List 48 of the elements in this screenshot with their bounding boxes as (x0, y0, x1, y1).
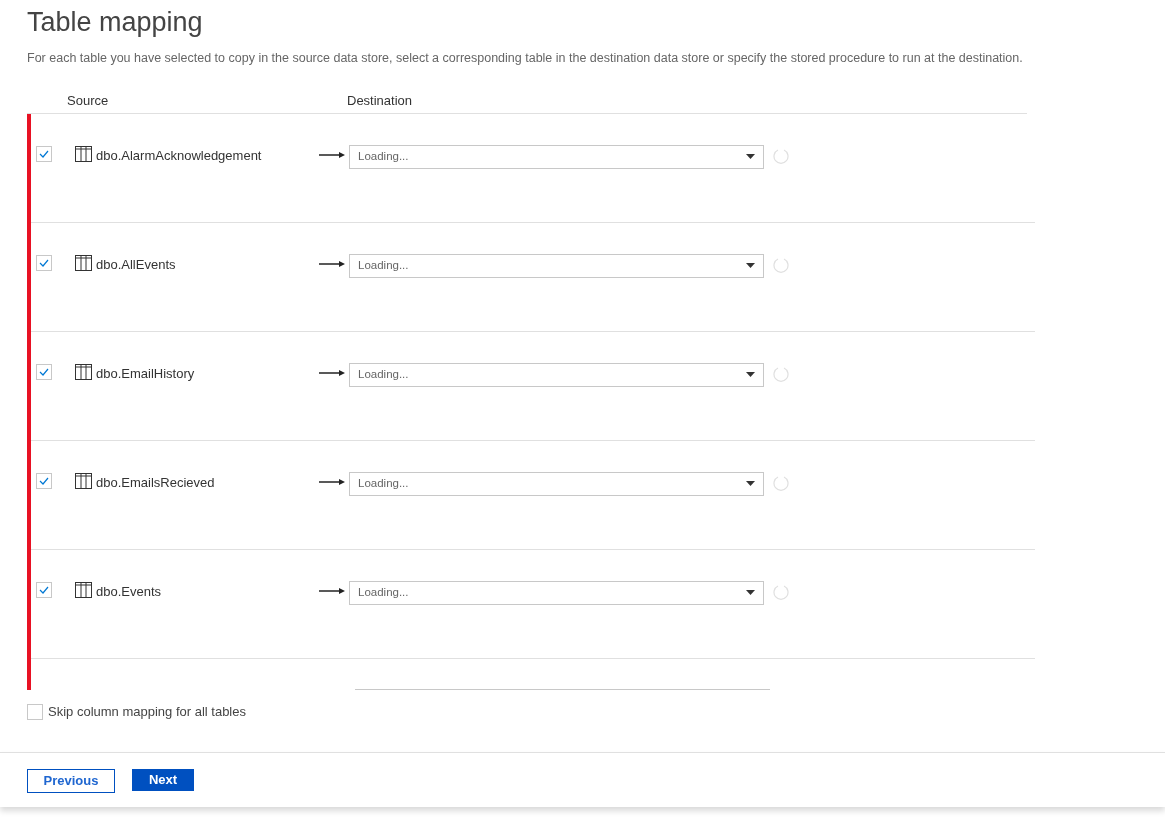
table-icon (75, 472, 92, 489)
caret-icon (746, 590, 755, 596)
loading-spinner-icon (773, 365, 789, 382)
arrow-icon (319, 369, 345, 376)
row-checkbox[interactable] (36, 581, 52, 598)
skip-mapping-checkbox[interactable] (27, 703, 43, 720)
caret-icon (746, 154, 755, 160)
arrow-icon (319, 260, 345, 267)
table-icon (75, 581, 92, 598)
next-button[interactable]: Next (132, 769, 194, 791)
page-title: Table mapping (27, 6, 204, 39)
loading-spinner-icon (773, 256, 789, 273)
row-checkbox[interactable] (36, 472, 52, 489)
destination-dropdown[interactable]: Loading... (349, 144, 764, 169)
row-checkbox[interactable] (36, 363, 52, 380)
loading-spinner-icon (773, 474, 789, 491)
caret-icon (746, 372, 755, 378)
checkmark-icon (39, 585, 49, 594)
source-table-name: dbo.AlarmAcknowledgement (96, 146, 263, 165)
source-table-name: dbo.Events (96, 582, 163, 601)
table-icon (75, 145, 92, 162)
row-checkbox[interactable] (36, 254, 52, 271)
source-table-name: dbo.EmailHistory (96, 364, 196, 383)
checkmark-icon (39, 476, 49, 485)
checkmark-icon (39, 258, 49, 267)
column-header: Destination (347, 92, 413, 111)
destination-dropdown[interactable]: Loading... (349, 580, 764, 605)
arrow-icon (319, 151, 345, 158)
checkmark-icon (39, 367, 49, 376)
destination-dropdown[interactable]: Loading... (349, 471, 764, 496)
column-header: Source (67, 92, 110, 111)
destination-dropdown[interactable]: Loading... (349, 362, 764, 387)
row-checkbox[interactable] (36, 145, 52, 162)
arrow-icon (319, 587, 345, 594)
destination-dropdown[interactable]: Loading... (349, 253, 764, 278)
arrow-icon (319, 478, 345, 485)
table-icon (75, 363, 92, 380)
caret-icon (746, 481, 755, 487)
loading-spinner-icon (773, 147, 789, 164)
source-table-name: dbo.EmailsRecieved (96, 473, 216, 492)
checkmark-icon (39, 149, 49, 158)
previous-button[interactable]: Previous (27, 769, 115, 793)
skip-mapping-label: Skip column mapping for all tables (48, 702, 246, 721)
source-table-name: dbo.AllEvents (96, 255, 177, 274)
table-icon (75, 254, 92, 271)
caret-icon (746, 263, 755, 269)
loading-spinner-icon (773, 583, 789, 600)
page-description: For each table you have selected to copy in the source data store, select a corresponding table in the destination data store or specify the stored procedure to run at the destination. (27, 50, 1024, 67)
